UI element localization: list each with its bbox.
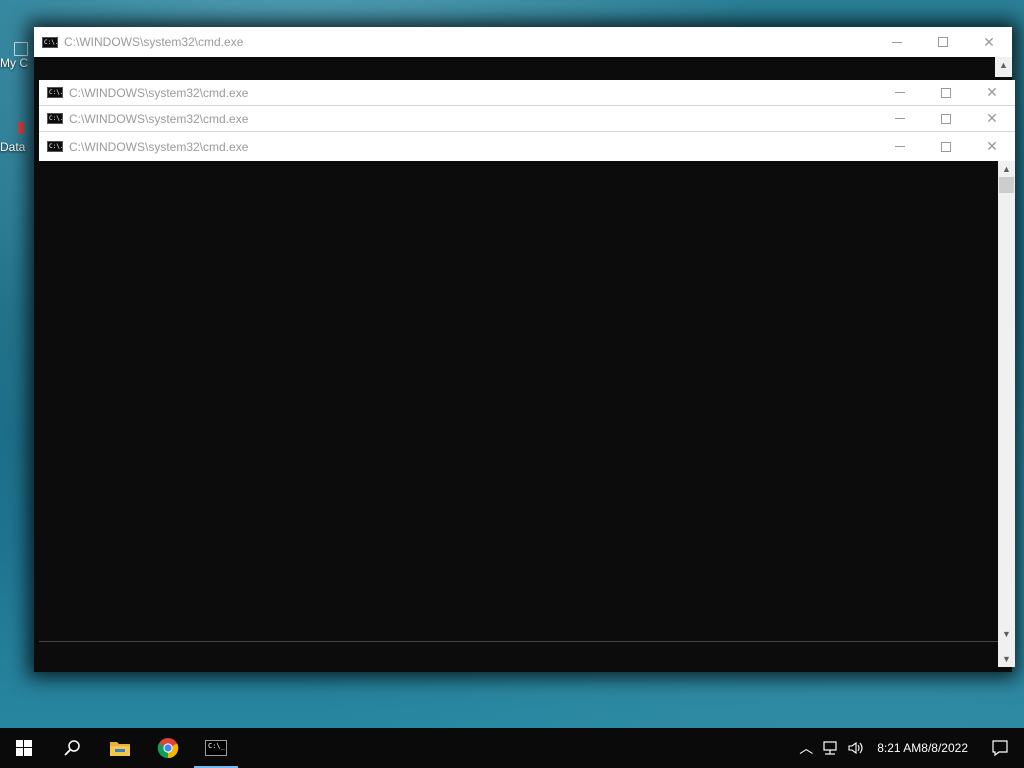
clock-time: 8:21 AM [877,740,922,755]
desktop-icon-label: My C [0,56,28,70]
console-divider [39,641,998,642]
search-icon [64,740,80,756]
cmd-window-stacked-1[interactable]: C:\. C:\WINDOWS\system32\cmd.exe ✕ [39,80,1015,106]
shortcut-icon [18,122,24,134]
scroll-up-button[interactable]: ▲ [995,57,1012,73]
maximize-icon [941,141,951,152]
chevron-down-icon: ▼ [1002,654,1011,664]
search-button[interactable] [48,728,96,768]
maximize-button[interactable] [923,132,969,161]
maximize-icon [941,87,951,98]
window-title: C:\WINDOWS\system32\cmd.exe [69,111,249,126]
window-titlebar[interactable]: C:\. C:\WINDOWS\system32\cmd.exe ✕ [34,27,1012,57]
desktop-icon-data[interactable]: Data [0,122,32,154]
action-center-button[interactable] [976,728,1024,768]
scroll-down-button[interactable]: ▼ [998,651,1015,667]
clock[interactable]: 8:21 AM 8/8/2022 [869,728,976,768]
file-explorer-button[interactable] [96,728,144,768]
console-output-area[interactable] [39,161,998,667]
taskbar: C:\_ ︿ 8:21 AM 8/8/2022 [0,728,1024,768]
close-button[interactable]: ✕ [966,27,1012,57]
scrollbar-thumb[interactable] [999,177,1014,193]
window-title: C:\WINDOWS\system32\cmd.exe [69,85,249,100]
close-icon: ✕ [986,138,998,154]
vertical-scrollbar[interactable]: ▲ [995,57,1012,77]
vertical-scrollbar-lower[interactable]: ▼ [998,642,1015,667]
chrome-icon [157,738,179,759]
close-button[interactable]: ✕ [969,132,1015,161]
close-button[interactable]: ✕ [969,80,1015,105]
network-button[interactable] [817,728,843,768]
desktop-icon-my-computer[interactable]: My C [0,42,32,70]
minimize-button[interactable] [877,80,923,105]
cmd-icon: C:\. [42,36,58,48]
notification-icon [992,740,1008,757]
maximize-icon [938,37,948,47]
chevron-up-icon: ▲ [1002,164,1011,174]
close-button[interactable]: ✕ [969,106,1015,131]
cmd-icon: C:\. [47,141,63,152]
close-icon: ✕ [986,84,998,100]
maximize-button[interactable] [923,106,969,131]
volume-button[interactable] [843,728,869,768]
chevron-up-icon: ▲ [999,60,1008,70]
minimize-icon [895,92,905,93]
chevron-up-icon: ︿ [799,740,814,756]
minimize-button[interactable] [874,27,920,57]
chevron-down-icon: ▼ [1002,629,1011,639]
cmd-window-front[interactable]: C:\. C:\WINDOWS\system32\cmd.exe ✕ ▲ ▼ ▼ [39,132,1015,667]
cmd-icon: C:\_ [205,740,227,756]
clock-date: 8/8/2022 [921,740,968,755]
minimize-button[interactable] [877,132,923,161]
close-icon: ✕ [983,33,995,50]
cmd-icon: C:\. [47,87,63,98]
close-icon: ✕ [986,110,998,126]
scroll-down-button[interactable]: ▼ [998,626,1015,642]
maximize-icon [941,113,951,124]
show-hidden-icons-button[interactable]: ︿ [795,728,817,768]
desktop-icon-label: Data [0,140,26,154]
cmd-taskbar-button[interactable]: C:\_ [192,728,240,768]
window-title: C:\WINDOWS\system32\cmd.exe [64,35,244,49]
windows-logo-icon [16,740,32,756]
vertical-scrollbar[interactable]: ▲ ▼ [998,161,1015,642]
minimize-icon [892,41,902,43]
cmd-icon: C:\. [47,113,63,124]
window-title: C:\WINDOWS\system32\cmd.exe [69,139,249,154]
chrome-button[interactable] [144,728,192,768]
minimize-icon [895,118,905,119]
maximize-button[interactable] [920,27,966,57]
window-titlebar[interactable]: C:\. C:\WINDOWS\system32\cmd.exe ✕ [39,132,1015,161]
system-tray: ︿ 8:21 AM 8/8/2022 [795,728,1024,768]
folder-icon [110,742,130,756]
cmd-window-stacked-2[interactable]: C:\. C:\WINDOWS\system32\cmd.exe ✕ [39,106,1015,132]
start-button[interactable] [0,728,48,768]
scroll-up-button[interactable]: ▲ [998,161,1015,177]
network-icon [823,741,837,755]
speaker-icon [848,741,863,755]
maximize-button[interactable] [923,80,969,105]
minimize-icon [895,146,905,147]
minimize-button[interactable] [877,106,923,131]
computer-icon [14,42,28,56]
